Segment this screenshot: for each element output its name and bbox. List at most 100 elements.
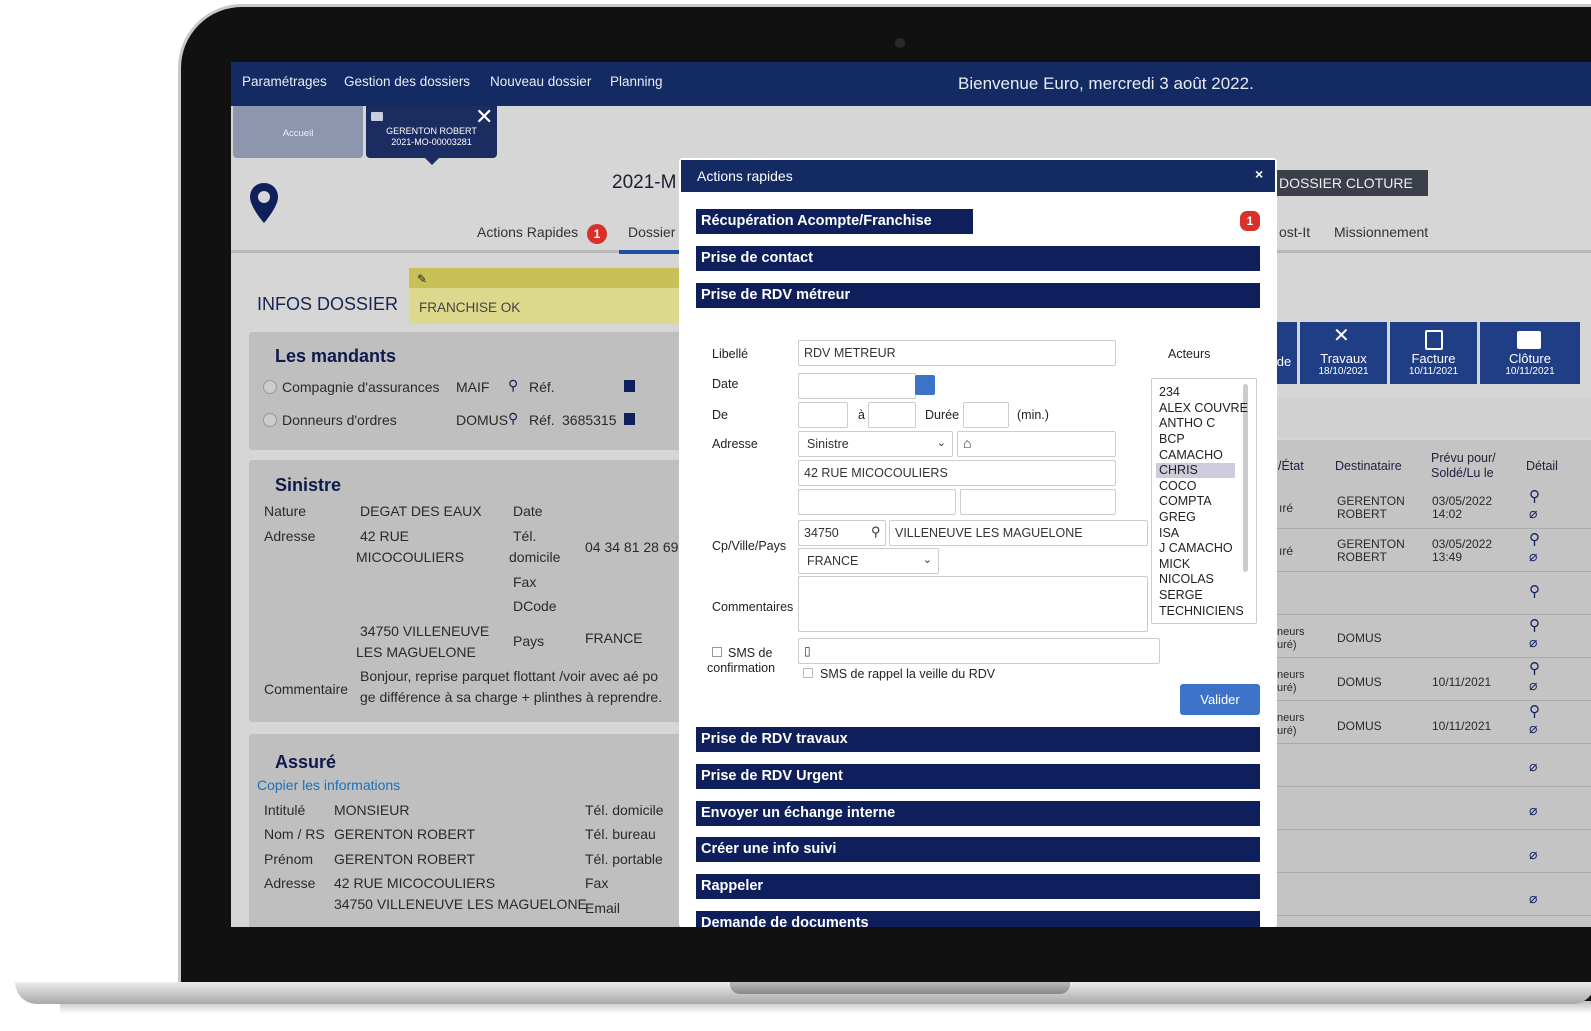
search-icon[interactable]: ⚲ [1529, 704, 1540, 719]
acteur-option[interactable]: J CAMACHO [1159, 541, 1233, 557]
radio-donneurs[interactable] [263, 413, 277, 427]
intitule-label: Intitulé [264, 802, 306, 818]
step-cloture-button[interactable]: Clôture 10/11/2021 [1480, 322, 1580, 384]
adresse-select[interactable]: Sinistre ⌄ [798, 431, 953, 457]
search-icon[interactable]: ⚲ [508, 375, 518, 396]
acteur-option-selected[interactable]: CHRIS [1159, 463, 1198, 479]
nav-gestion-dossiers[interactable]: Gestion des dossiers [344, 74, 470, 89]
acteur-option[interactable]: MICK [1159, 557, 1190, 573]
paperclip-icon[interactable]: ⌀ [1529, 847, 1537, 861]
section-echange-interne[interactable]: Envoyer un échange interne [696, 801, 1260, 826]
tab-postit[interactable]: ost-It [1279, 224, 1310, 240]
search-icon[interactable]: ⚲ [1529, 661, 1540, 676]
duree-input[interactable] [963, 402, 1009, 428]
close-tab-icon[interactable]: ✕ [475, 104, 493, 130]
acteur-option[interactable]: COMPTA [1159, 494, 1212, 510]
copy-icon[interactable] [624, 413, 635, 425]
heure-debut-input[interactable] [798, 402, 848, 428]
row-time: 14:02 [1432, 507, 1463, 521]
libelle-input[interactable]: RDV METREUR [798, 340, 1116, 366]
step-travaux-button[interactable]: ✕ Travaux 18/10/2021 [1300, 322, 1387, 384]
date-input[interactable] [798, 373, 916, 399]
acteur-option[interactable]: NICOLAS [1159, 572, 1214, 588]
acteur-option[interactable]: ANTHO C [1159, 416, 1215, 432]
paperclip-icon[interactable]: ⌀ [1529, 635, 1537, 649]
adresse-line-input[interactable]: 42 RUE MICOCOULIERS [798, 460, 1116, 486]
valider-button[interactable]: Valider [1180, 684, 1260, 715]
copy-info-link[interactable]: Copier les informations [257, 777, 400, 793]
paperclip-icon[interactable]: ⌀ [1529, 759, 1537, 773]
section-rdv-urgent[interactable]: Prise de RDV Urgent [696, 764, 1260, 789]
ville-input[interactable]: VILLENEUVE LES MAGUELONE [889, 520, 1148, 546]
paperclip-icon[interactable]: ⌀ [1529, 549, 1537, 563]
tab-actions-rapides[interactable]: Actions Rapides [477, 224, 578, 240]
top-nav: Paramétrages Gestion des dossiers Nouvea… [231, 62, 1591, 106]
adresse-complement2-input[interactable] [960, 489, 1116, 515]
paperclip-icon[interactable]: ⌀ [1529, 678, 1537, 692]
acteur-option[interactable]: ISA [1159, 526, 1179, 542]
section-rdv-metreur[interactable]: Prise de RDV métreur [696, 283, 1260, 308]
acteur-option[interactable]: COCO [1159, 479, 1197, 495]
section-recuperation-acompte[interactable]: Récupération Acompte/Franchise [696, 209, 973, 234]
nom-label: Nom / RS [264, 826, 325, 842]
search-icon[interactable]: ⚲ [1529, 489, 1540, 504]
radio-compagnie[interactable] [263, 380, 277, 394]
tab-accueil[interactable]: Accueil [233, 106, 363, 158]
sms-rappel-checkbox[interactable] [803, 668, 813, 678]
home-address-button[interactable]: ⌂ [957, 431, 1116, 457]
acteur-option[interactable]: BCP [1159, 432, 1185, 448]
tab-dossier[interactable]: Dossier [628, 224, 675, 240]
sms-label: SMS de [728, 646, 773, 660]
step-facture-button[interactable]: Facture 10/11/2021 [1390, 322, 1477, 384]
section-info-suivi[interactable]: Créer une info suivi [696, 837, 1260, 862]
search-icon[interactable]: ⚲ [508, 408, 518, 429]
tel-label-2: domicile [509, 549, 561, 565]
pencil-icon[interactable]: ✎ [417, 272, 427, 286]
sms-phone-input[interactable]: ▯ [798, 638, 1160, 664]
acteur-option[interactable]: CAMACHO [1159, 448, 1223, 464]
paperclip-icon[interactable]: ⌀ [1529, 721, 1537, 735]
pays-select[interactable]: FRANCE ⌄ [798, 548, 939, 574]
acteur-option[interactable]: 234 [1159, 385, 1180, 401]
copy-icon[interactable] [624, 380, 635, 392]
adresse-complement-input[interactable] [798, 489, 956, 515]
step-partial-label: de [1276, 354, 1292, 369]
search-icon[interactable]: ⚲ [1529, 584, 1540, 599]
assure-adresse-label: Adresse [264, 875, 316, 891]
acteur-option[interactable]: ALEX COUVRE [1159, 401, 1248, 417]
search-icon[interactable]: ⚲ [1529, 618, 1540, 633]
table-row[interactable] [1277, 615, 1591, 658]
commentaires-textarea[interactable] [798, 576, 1148, 632]
acteur-option[interactable]: SERGE [1159, 588, 1203, 604]
invoice-icon [1425, 330, 1443, 350]
paperclip-icon[interactable]: ⌀ [1529, 803, 1537, 817]
acteur-option[interactable]: GREG [1159, 510, 1196, 526]
infos-dossier-title: INFOS DOSSIER [257, 294, 399, 314]
calendar-icon[interactable] [915, 375, 935, 395]
modal-close-button[interactable]: × [1255, 166, 1263, 182]
acteur-option[interactable]: TECHNICIENS [1159, 604, 1244, 620]
table-row[interactable] [1277, 744, 1591, 787]
tab-missionnement[interactable]: Missionnement [1334, 224, 1428, 240]
nav-nouveau-dossier[interactable]: Nouveau dossier [490, 74, 591, 89]
paperclip-icon[interactable]: ⌀ [1529, 506, 1537, 520]
table-row[interactable] [1277, 787, 1591, 830]
section-demande-documents[interactable]: Demande de documents [696, 911, 1260, 927]
pays-value: FRANCE [585, 630, 643, 646]
nav-parametrages[interactable]: Paramétrages [242, 74, 327, 89]
prenom-label: Prénom [264, 851, 314, 867]
search-icon[interactable]: ⚲ [1529, 532, 1540, 547]
section-rdv-travaux[interactable]: Prise de RDV travaux [696, 727, 1260, 752]
table-row[interactable] [1277, 830, 1591, 873]
table-row[interactable] [1277, 873, 1591, 916]
assure-fax-label: Fax [585, 875, 609, 891]
search-icon[interactable]: ⚲ [871, 524, 881, 540]
intitule-value: MONSIEUR [334, 802, 410, 818]
section-prise-contact[interactable]: Prise de contact [696, 246, 1260, 271]
nav-planning[interactable]: Planning [610, 74, 663, 89]
paperclip-icon[interactable]: ⌀ [1529, 891, 1537, 905]
sms-confirmation-checkbox[interactable] [712, 647, 722, 657]
section-rappeler[interactable]: Rappeler [696, 874, 1260, 899]
table-row[interactable] [1277, 572, 1591, 615]
heure-fin-input[interactable] [868, 402, 916, 428]
